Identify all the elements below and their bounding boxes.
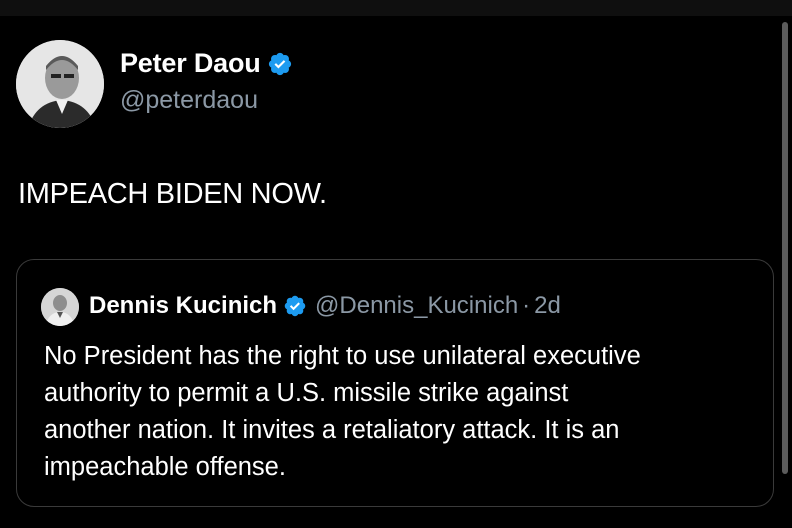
author-name-row: Peter Daou — [120, 48, 293, 79]
quoted-tweet-timestamp[interactable]: 2d — [534, 292, 561, 320]
quoted-author-handle[interactable]: @Dennis_Kucinich — [315, 292, 518, 320]
quoted-tweet-header: Dennis Kucinich @Dennis_Kucinich · 2d — [89, 288, 561, 324]
separator-dot: · — [522, 292, 531, 319]
quoted-tweet-card[interactable]: Dennis Kucinich @Dennis_Kucinich · 2d No… — [16, 259, 774, 507]
quoted-author-avatar[interactable] — [41, 288, 79, 326]
author-avatar[interactable] — [16, 40, 104, 128]
verified-badge-icon — [283, 294, 307, 318]
author-name[interactable]: Peter Daou — [120, 48, 261, 79]
quoted-author-name[interactable]: Dennis Kucinich — [89, 292, 277, 320]
author-handle[interactable]: @peterdaou — [120, 86, 258, 115]
profile-photo-icon — [16, 40, 104, 128]
verified-badge-icon — [267, 51, 293, 77]
tweet-text: IMPEACH BIDEN NOW. — [18, 178, 327, 210]
tweet: Peter Daou @peterdaou IMPEACH BIDEN NOW.… — [0, 0, 792, 528]
quoted-tweet-text: No President has the right to use unilat… — [44, 342, 641, 481]
scrollbar[interactable] — [782, 22, 788, 474]
profile-photo-icon — [41, 288, 79, 326]
